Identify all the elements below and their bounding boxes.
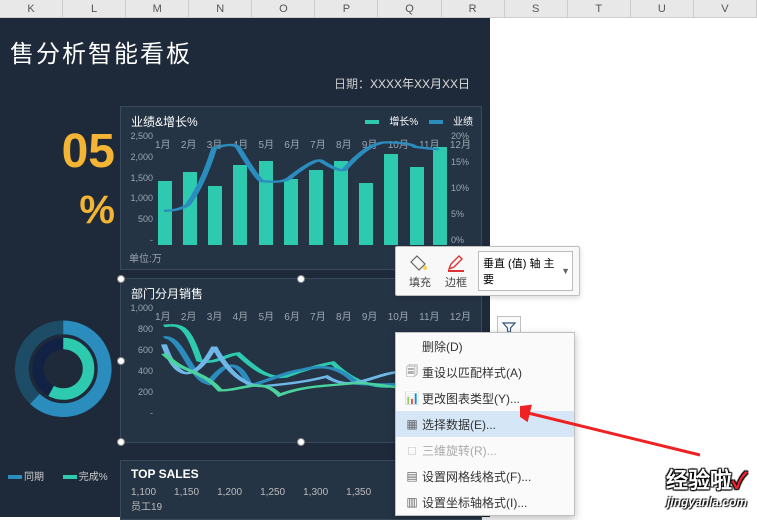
menu-delete[interactable]: 删除(D) [396,333,574,359]
kpi-percent: % [0,176,115,233]
chevron-down-icon: ▼ [561,266,570,276]
chart2-title: 部门分月销售 [131,287,203,301]
selection-handle[interactable] [117,357,125,365]
selection-handle[interactable] [297,275,305,283]
donut-chart-icon [0,288,115,438]
menu-gridline-format[interactable]: ▤ 设置网格线格式(F)... [396,463,574,489]
spreadsheet-col-headers: KLM NOP QRS TUV [0,0,757,18]
chart1-legend: 增长% 业绩 [357,113,473,128]
selection-handle[interactable] [117,275,125,283]
select-data-icon: ▦ [402,417,422,431]
menu-axis-format[interactable]: ▥ 设置坐标轴格式(I)... [396,489,574,515]
reset-style-icon: 🗐 [402,362,422,383]
selection-handle[interactable] [297,438,305,446]
menu-select-data[interactable]: ▦ 选择数据(E)... [396,411,574,437]
chart2-yaxis: 1,000800600 400200- [127,303,153,418]
pen-icon [444,252,468,274]
chart1-title: 业绩&增长% [131,115,198,129]
dashboard-title: 售分析智能看板 [0,28,480,75]
menu-3d-rotate: ◻ 三维旋转(R)... [396,437,574,463]
chart1-unit: 单位:万 [129,250,162,265]
chart1-plot [155,131,451,245]
chart1-yaxis: 2,5002,0001,500 1,000500- [127,131,153,245]
menu-reset-style[interactable]: 🗐 重设以匹配样式(A) [396,359,574,385]
dashboard-date: 日期：XXXX年XX月XX日 [0,75,480,92]
mini-toolbar: 填充 边框 垂直 (值) 轴 主要 ▼ [395,246,580,296]
chart1-yaxis2: 20%15%10% 5%0% [451,131,477,245]
watermark: 经验啦✓ jingyanla.com [666,463,747,509]
border-button[interactable]: 边框 [438,250,474,292]
kpi-block: 05 % [0,128,115,233]
fill-button[interactable]: 填充 [402,250,438,292]
chart-element-combo[interactable]: 垂直 (值) 轴 主要 ▼ [478,251,573,291]
menu-change-chart-type[interactable]: 📊 更改图表类型(Y)... [396,385,574,411]
gridline-icon: ▤ [402,469,422,483]
rotate-3d-icon: ◻ [402,443,422,457]
top-sales-row-label: 员工19 [131,498,162,513]
kpi-number: 05 [0,128,115,176]
chart-type-icon: 📊 [402,391,422,405]
axis-icon: ▥ [402,495,422,509]
bottom-legend: 同期 完成% [8,468,124,483]
paint-bucket-icon [408,252,432,274]
selection-handle[interactable] [117,438,125,446]
chart-context-menu: 删除(D) 🗐 重设以匹配样式(A) 📊 更改图表类型(Y)... ▦ 选择数据… [395,332,575,516]
